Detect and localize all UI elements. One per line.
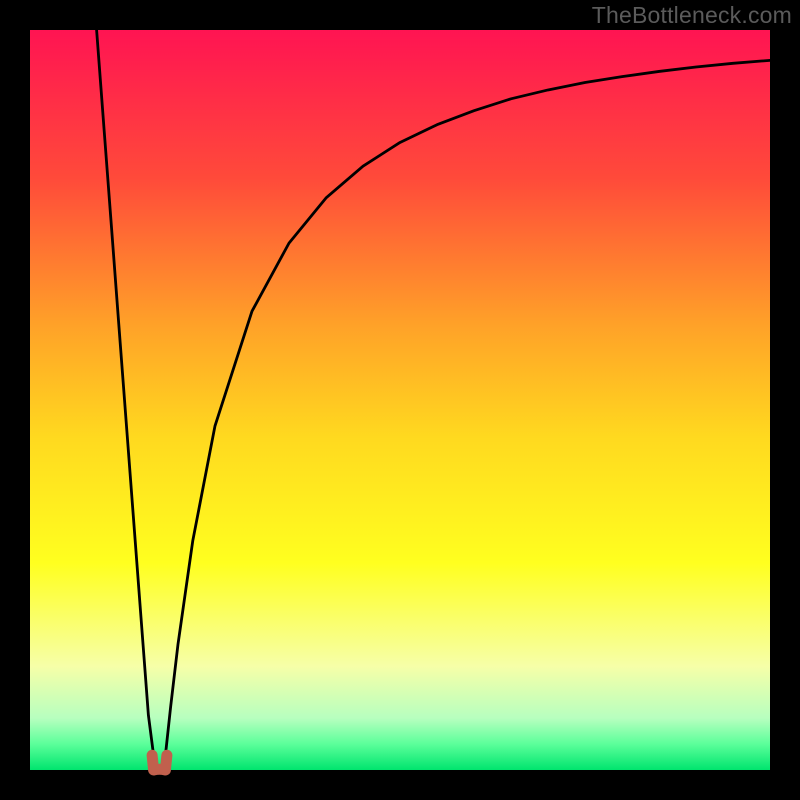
bottleneck-curve-chart <box>0 0 800 800</box>
watermark-text: TheBottleneck.com <box>592 2 792 29</box>
chart-stage: TheBottleneck.com <box>0 0 800 800</box>
